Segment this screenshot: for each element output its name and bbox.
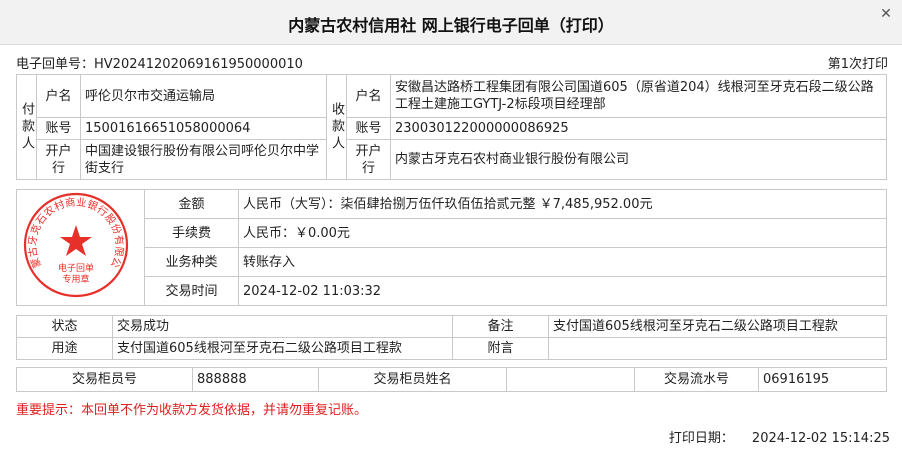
status-table: 状态 交易成功 备注 支付国道605线根河至牙克石二级公路项目工程款 用途 支付…: [16, 315, 887, 360]
transaction-time-label: 交易时间: [144, 276, 239, 306]
print-count: 第1次打印: [827, 57, 888, 72]
bank-seal-stamp: 内蒙古牙克石农村商业银行股份有限公司 电子回单专用章: [20, 189, 129, 298]
svg-text:内蒙古牙克石农村商业银行股份有限公司: 内蒙古牙克石农村商业银行股份有限公司: [20, 189, 126, 270]
amount-value: 人民币（大写）：柒佰肆拾捌万伍仟玖佰伍拾贰元整 ￥7,485,952.00元: [238, 189, 887, 219]
payee-account: 230030122000000086925: [390, 117, 887, 140]
seal-inner-text: 电子回单专用章: [58, 262, 94, 285]
payee-bank: 内蒙古牙克石农村商业银行股份有限公司: [390, 139, 887, 180]
payer-account-label: 账号: [36, 117, 81, 140]
close-icon[interactable]: ✕: [878, 6, 894, 22]
important-notice: 重要提示：本回单不作为收款方发货依据，并请勿重复记账。: [16, 403, 368, 418]
payer-name: 呼伦贝尔市交通运输局: [80, 74, 327, 118]
payee-bank-label: 开户行: [346, 139, 391, 180]
status-label: 状态: [16, 315, 113, 338]
serial-value: 06916195: [758, 367, 887, 392]
remark-value: 支付国道605线根河至牙克石二级公路项目工程款: [548, 315, 887, 338]
print-date: 打印日期： 2024-12-02 15:14:25: [669, 427, 890, 446]
receipt-number-value: HV20241202069161950000010: [94, 57, 303, 72]
payer-side-label: 付款人: [16, 74, 37, 180]
print-date-label: 打印日期：: [668, 431, 734, 446]
amount-label: 金额: [144, 189, 239, 219]
receipt-number: 电子回单号：HV20241202069161950000010: [16, 53, 303, 72]
seal-text: 内蒙古牙克石农村商业银行股份有限公司: [20, 189, 126, 270]
remark-label: 备注: [452, 315, 549, 338]
payer-name-label: 户名: [36, 74, 81, 118]
teller-no-label: 交易柜员号: [16, 367, 193, 392]
postscript-value: [548, 337, 887, 360]
teller-name-label: 交易柜员姓名: [318, 367, 507, 392]
title-bar: 内蒙古农村信用社 网上银行电子回单（打印） ✕: [0, 0, 902, 45]
business-type-value: 转账存入: [238, 247, 887, 277]
payee-name: 安徽昌达路桥工程集团有限公司国道605（原省道204）线根河至牙克石段二级公路工…: [390, 74, 887, 118]
purpose-value: 支付国道605线根河至牙克石二级公路项目工程款: [112, 337, 453, 360]
fee-value: 人民币：￥0.00元: [238, 218, 887, 248]
parties-table: 付款人 户名 呼伦贝尔市交通运输局 收款人 户名 安徽昌达路桥工程集团有限公司国…: [16, 74, 887, 180]
amount-table: 金额 人民币（大写）：柒佰肆拾捌万伍仟玖佰伍拾贰元整 ￥7,485,952.00…: [16, 189, 887, 306]
payer-account: 15001616651058000064: [80, 117, 327, 140]
payee-side-label: 收款人: [326, 74, 347, 180]
teller-no-value: 888888: [192, 367, 319, 392]
payer-bank-label: 开户行: [36, 139, 81, 180]
status-value: 交易成功: [112, 315, 453, 338]
serial-label: 交易流水号: [634, 367, 759, 392]
receipt-number-label: 电子回单号：: [16, 57, 95, 72]
transaction-time-value: 2024-12-02 11:03:32: [238, 276, 887, 306]
business-type-label: 业务种类: [144, 247, 239, 277]
fee-label: 手续费: [144, 218, 239, 248]
purpose-label: 用途: [16, 337, 113, 360]
postscript-label: 附言: [452, 337, 549, 360]
print-date-value: 2024-12-02 15:14:25: [751, 431, 890, 446]
window-title: 内蒙古农村信用社 网上银行电子回单（打印）: [288, 16, 614, 35]
payee-name-label: 户名: [346, 74, 391, 118]
payer-bank: 中国建设银行股份有限公司呼伦贝尔中学街支行: [80, 139, 327, 180]
payee-account-label: 账号: [346, 117, 391, 140]
teller-name-value: [506, 367, 635, 392]
teller-table: 交易柜员号 888888 交易柜员姓名 交易流水号 06916195: [16, 367, 887, 392]
